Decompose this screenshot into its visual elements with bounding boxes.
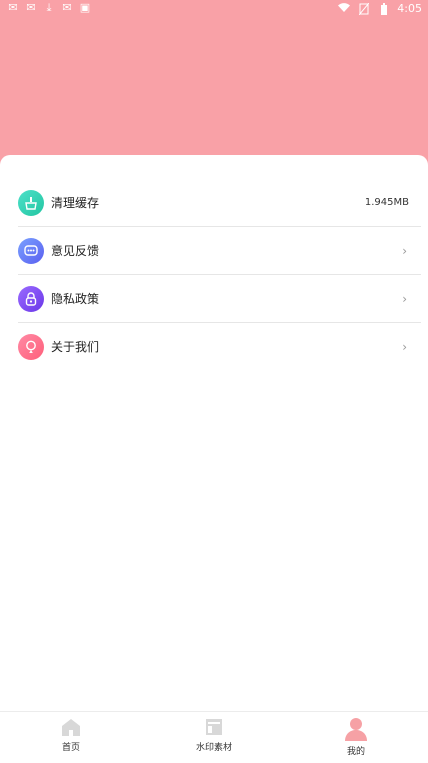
chevron-right-icon: › xyxy=(402,243,407,258)
menu-item-feedback[interactable]: 意见反馈 › xyxy=(18,227,421,275)
tab-watermark-materials[interactable]: 水印素材 xyxy=(169,716,259,760)
battery-icon xyxy=(377,2,391,15)
chevron-right-icon: › xyxy=(402,339,407,354)
menu-item-clear-cache[interactable]: 清理缓存 1.945MB xyxy=(18,179,421,227)
lock-icon xyxy=(18,285,44,312)
notification-icon: ✉ xyxy=(62,1,72,14)
chevron-right-icon: › xyxy=(402,291,407,306)
menu-item-privacy[interactable]: 隐私政策 › xyxy=(18,275,421,323)
notification-icon: ✉ xyxy=(26,1,36,14)
status-bar: ✉ ✉ ⤓ ✉ ▣ 4:05 xyxy=(0,0,428,18)
cache-size-value: 1.945MB xyxy=(364,197,409,208)
broom-icon xyxy=(18,189,44,216)
menu-item-about[interactable]: 关于我们 › xyxy=(18,323,421,370)
menu-item-label: 隐私政策 xyxy=(51,292,100,306)
tab-me[interactable]: 我的 xyxy=(311,716,401,760)
info-icon xyxy=(18,333,44,360)
wifi-icon xyxy=(337,2,351,15)
bottom-tab-bar: 首页 水印素材 我的 xyxy=(0,711,428,763)
settings-menu: 清理缓存 1.945MB 意见反馈 › 隐私政策 › 关于我们 › xyxy=(18,179,421,370)
app-icon: ▣ xyxy=(79,1,91,14)
tab-label: 水印素材 xyxy=(195,743,232,753)
tab-home[interactable]: 首页 xyxy=(26,716,116,760)
tab-label: 我的 xyxy=(346,747,365,757)
home-icon xyxy=(62,719,80,736)
menu-item-label: 意见反馈 xyxy=(51,244,100,258)
download-icon: ⤓ xyxy=(46,1,52,14)
status-time: 4:05 xyxy=(397,2,422,15)
layout-icon xyxy=(206,719,222,735)
chat-icon xyxy=(18,237,44,264)
notification-icon: ✉ xyxy=(8,1,18,14)
no-sim-icon xyxy=(357,2,371,15)
settings-sheet: 清理缓存 1.945MB 意见反馈 › 隐私政策 › 关于我们 › xyxy=(0,155,428,711)
user-icon xyxy=(345,718,367,741)
menu-item-label: 清理缓存 xyxy=(51,196,100,210)
tab-label: 首页 xyxy=(61,743,80,753)
menu-item-label: 关于我们 xyxy=(51,340,100,354)
